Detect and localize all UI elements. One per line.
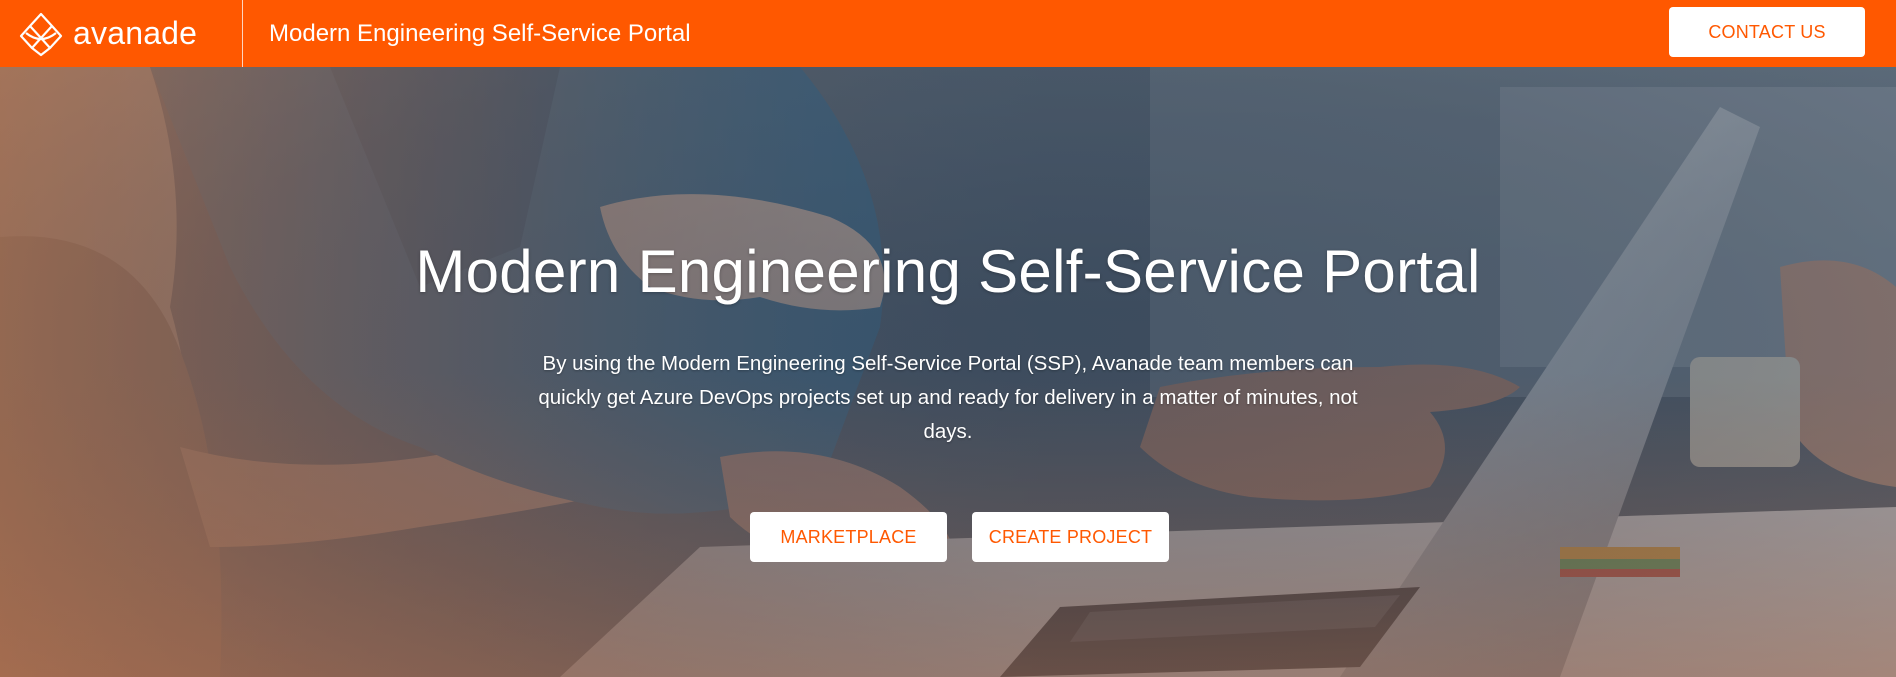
brand[interactable]: avanade: [0, 0, 242, 67]
brand-name: avanade: [73, 15, 198, 51]
avanade-logo-icon: [19, 12, 63, 56]
hero-title: Modern Engineering Self-Service Portal: [415, 238, 1481, 305]
hero-description: By using the Modern Engineering Self-Ser…: [538, 352, 1358, 443]
contact-us-button[interactable]: CONTACT US: [1669, 7, 1865, 57]
top-header: avanade Modern Engineering Self-Service …: [0, 0, 1896, 67]
marketplace-button[interactable]: MARKETPLACE: [750, 512, 947, 562]
header-divider: [242, 0, 243, 67]
hero-banner: Modern Engineering Self-Service Portal B…: [0, 67, 1896, 677]
header-title[interactable]: Modern Engineering Self-Service Portal: [269, 20, 691, 48]
hero-content: Modern Engineering Self-Service Portal B…: [0, 67, 1896, 677]
create-project-button[interactable]: CREATE PROJECT: [972, 512, 1169, 562]
